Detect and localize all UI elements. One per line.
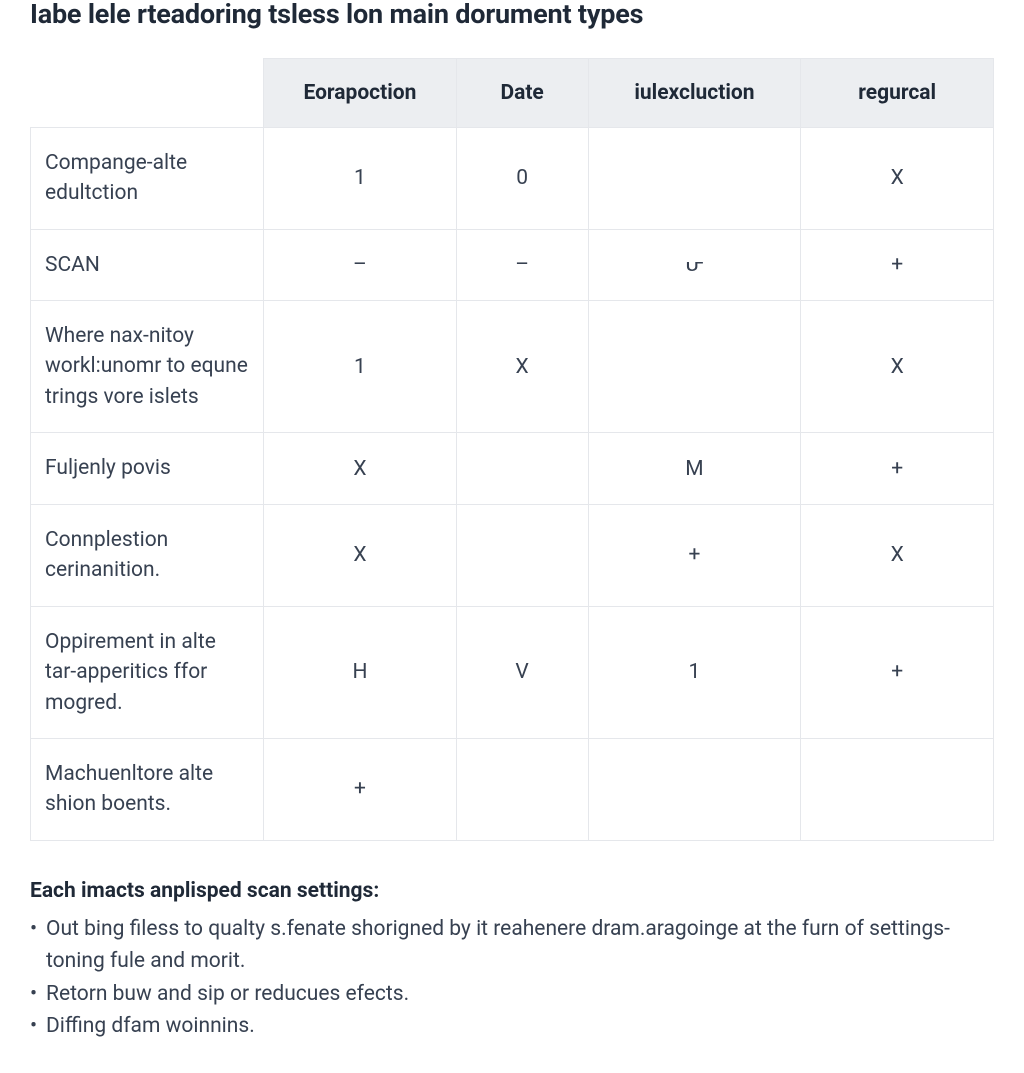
row-cell: ᕂ — [588, 229, 801, 300]
table-header: Date — [456, 58, 588, 127]
row-cell — [801, 738, 994, 840]
table-row: SCAN – – ᕂ + — [31, 229, 994, 300]
row-cell — [588, 301, 801, 433]
notes-list: Out bing filess to qualty s.fenate shori… — [30, 913, 994, 1043]
table-header-empty — [31, 58, 264, 127]
table-row: Machuenltore alte shion boents. + — [31, 738, 994, 840]
row-cell — [456, 504, 588, 606]
table-header: regurcal — [801, 58, 994, 127]
row-label: Machuenltore alte shion boents. — [31, 738, 264, 840]
row-cell: X — [801, 301, 994, 433]
notes-section: Each imacts anplisped scan settings: Out… — [30, 879, 994, 1043]
row-label: SCAN — [31, 229, 264, 300]
table-row: Oppirement in alte tar-apperitics ffor m… — [31, 606, 994, 738]
table-header: Eorapoction — [264, 58, 457, 127]
row-cell: + — [588, 504, 801, 606]
row-cell: 1 — [264, 301, 457, 433]
row-cell — [588, 127, 801, 229]
row-label: Oppirement in alte tar-apperitics ffor m… — [31, 606, 264, 738]
row-cell: X — [456, 301, 588, 433]
table-row: Where nax-nitoy workl:unomr to equne tri… — [31, 301, 994, 433]
row-cell: X — [264, 433, 457, 504]
row-cell — [456, 433, 588, 504]
row-cell: + — [801, 229, 994, 300]
row-cell — [456, 738, 588, 840]
row-cell: 1 — [264, 127, 457, 229]
row-cell: M — [588, 433, 801, 504]
table-header-row: Eorapoction Date iulexcluction regurcal — [31, 58, 994, 127]
row-cell: + — [264, 738, 457, 840]
document-page: Iabe lele rteadoring tsless lon main dor… — [0, 0, 1024, 1073]
row-cell: + — [801, 433, 994, 504]
page-title: Iabe lele rteadoring tsless lon main dor… — [30, 0, 994, 30]
row-cell: + — [801, 606, 994, 738]
row-label: Compange-alte edultction — [31, 127, 264, 229]
table-row: Fuljenly povis X M + — [31, 433, 994, 504]
row-cell: V — [456, 606, 588, 738]
row-cell: 1 — [588, 606, 801, 738]
row-cell: 0 — [456, 127, 588, 229]
row-label: Where nax-nitoy workl:unomr to equne tri… — [31, 301, 264, 433]
row-label: Connplestion cerinanition. — [31, 504, 264, 606]
notes-item: Retorn buw and sip or reducues efects. — [30, 978, 994, 1011]
row-cell — [588, 738, 801, 840]
notes-heading: Each imacts anplisped scan settings: — [30, 879, 994, 903]
row-cell: X — [801, 504, 994, 606]
row-cell: – — [456, 229, 588, 300]
row-cell: X — [801, 127, 994, 229]
table-header: iulexcluction — [588, 58, 801, 127]
notes-item: Out bing filess to qualty s.fenate shori… — [30, 913, 994, 978]
table-row: Compange-alte edultction 1 0 X — [31, 127, 994, 229]
row-label: Fuljenly povis — [31, 433, 264, 504]
table-row: Connplestion cerinanition. X + X — [31, 504, 994, 606]
document-types-table: Eorapoction Date iulexcluction regurcal … — [30, 58, 994, 841]
row-cell: H — [264, 606, 457, 738]
row-cell: – — [264, 229, 457, 300]
row-cell: X — [264, 504, 457, 606]
notes-item: Diffing dfam woinnins. — [30, 1010, 994, 1043]
